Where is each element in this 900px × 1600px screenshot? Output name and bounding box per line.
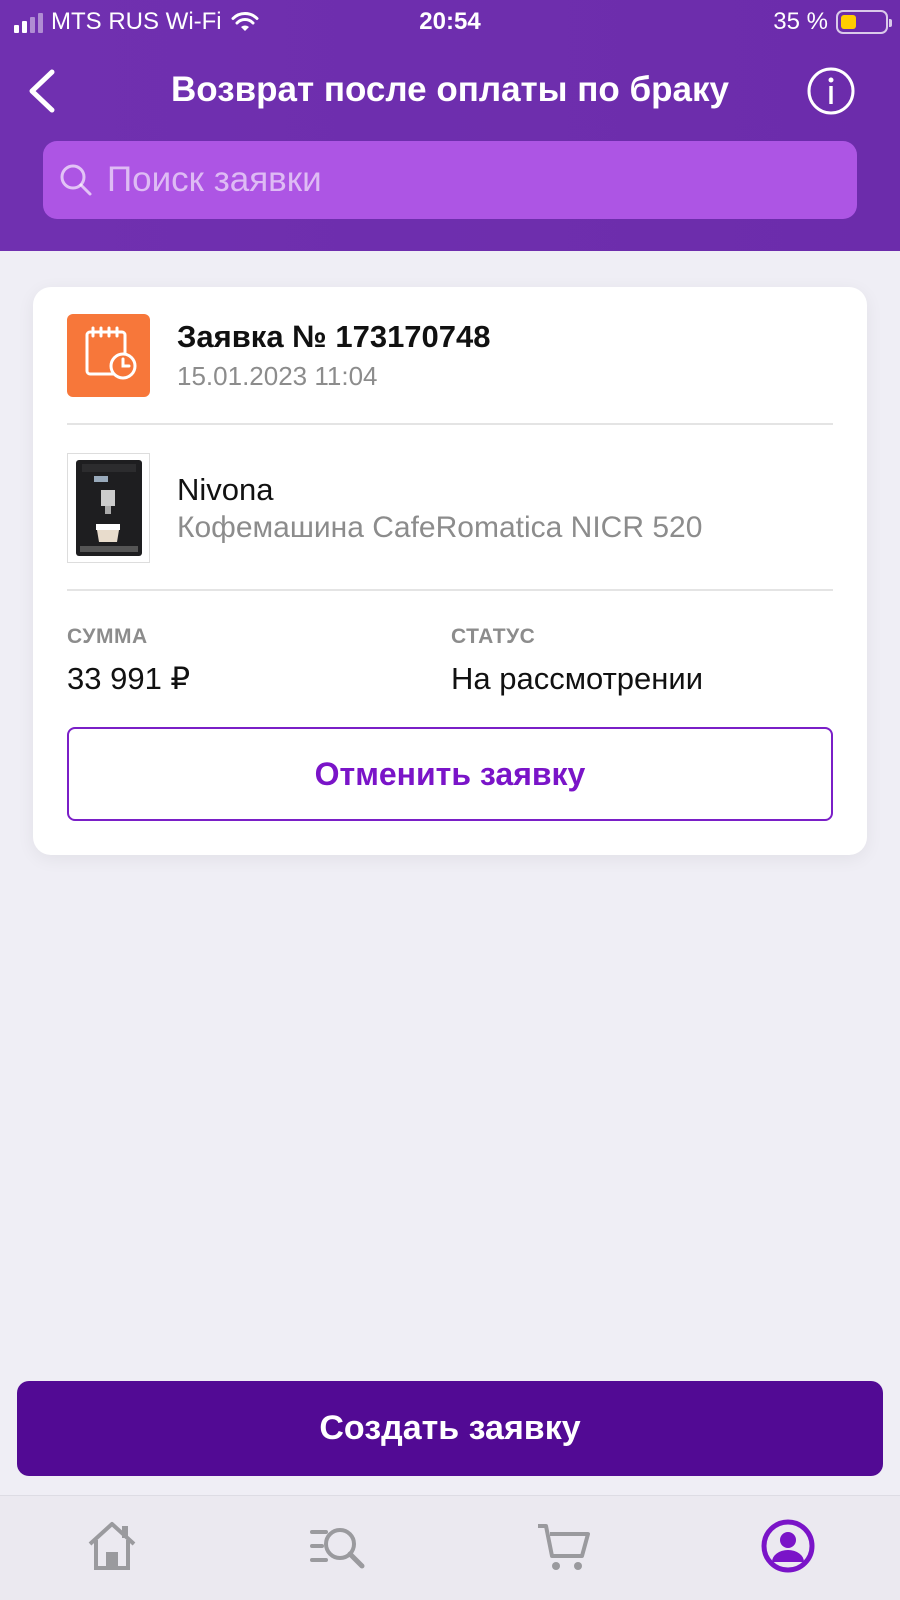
search-input[interactable] <box>107 141 847 219</box>
sum-label: СУММА <box>67 625 148 648</box>
divider <box>67 589 833 591</box>
order-number: Заявка № 173170748 <box>177 319 491 354</box>
home-icon[interactable] <box>82 1516 142 1576</box>
create-request-button[interactable]: Создать заявку <box>17 1381 883 1476</box>
status-time: 20:54 <box>419 8 481 35</box>
info-icon[interactable] <box>806 66 856 116</box>
order-date: 15.01.2023 11:04 <box>177 361 378 391</box>
status-right: 35 % <box>773 8 892 36</box>
page-title: Возврат после оплаты по браку <box>171 70 729 109</box>
order-card[interactable]: Заявка № 173170748 15.01.2023 11:04 Nivo… <box>33 287 867 855</box>
status-label: СТАТУС <box>451 625 536 648</box>
chevron-left-icon[interactable] <box>20 66 70 116</box>
search-bar[interactable] <box>43 141 857 219</box>
product-name: Кофемашина CafeRomatica NICR 520 <box>177 511 703 544</box>
sum-value: 33 991 ₽ <box>67 661 191 696</box>
profile-icon[interactable] <box>758 1516 818 1576</box>
product-image <box>67 453 150 563</box>
battery-icon <box>836 10 892 34</box>
calendar-clock-icon <box>85 326 137 380</box>
cart-icon[interactable] <box>534 1516 594 1576</box>
cancel-request-button[interactable]: Отменить заявку <box>67 727 833 821</box>
battery-percent: 35 % <box>773 8 828 35</box>
product-brand: Nivona <box>177 472 274 507</box>
nav-bar: Возврат после оплаты по браку <box>0 56 900 126</box>
search-icon <box>60 164 92 196</box>
divider <box>67 423 833 425</box>
app-header: MTS RUS Wi-Fi 20:54 35 % Возврат после о… <box>0 0 900 251</box>
battery-level <box>841 15 856 29</box>
status-value: На рассмотрении <box>451 661 704 696</box>
tab-bar <box>0 1495 900 1600</box>
status-bar: MTS RUS Wi-Fi 20:54 35 % <box>0 0 900 46</box>
order-icon <box>67 314 150 397</box>
catalog-search-icon[interactable] <box>308 1516 368 1576</box>
